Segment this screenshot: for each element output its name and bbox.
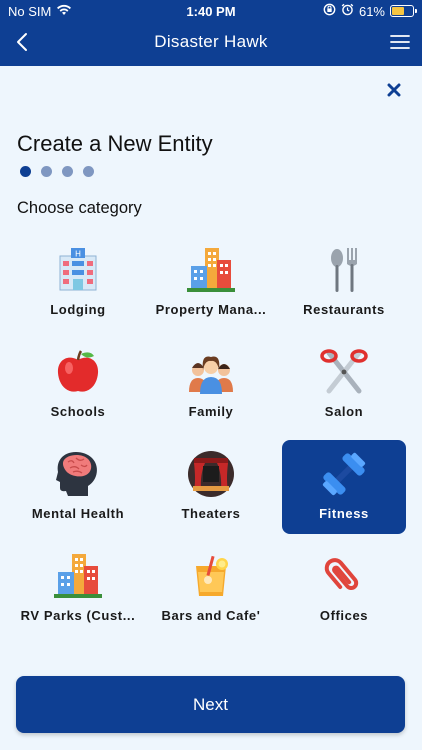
battery-level: [392, 7, 405, 15]
fork-spoon-icon: [318, 244, 370, 296]
category-label: Lodging: [50, 302, 106, 317]
category-tile[interactable]: RV Parks (Cust...: [16, 542, 140, 636]
svg-text:H: H: [75, 250, 81, 259]
orientation-lock-icon: [323, 3, 336, 19]
page-title: Create a New Entity: [17, 131, 213, 156]
buildings-icon: [185, 244, 237, 296]
category-tile[interactable]: Mental Health: [16, 440, 140, 534]
category-tile[interactable]: Theaters: [149, 440, 273, 534]
category-tile[interactable]: H Lodging: [16, 236, 140, 330]
category-label: Family: [188, 404, 234, 419]
category-label: Schools: [50, 404, 106, 419]
menu-button[interactable]: [386, 30, 414, 58]
category-label: Bars and Cafe': [161, 608, 261, 623]
battery-percent: 61%: [358, 3, 385, 19]
category-tile[interactable]: Bars and Cafe': [149, 542, 273, 636]
step-dot: [41, 166, 52, 177]
category-label: Salon: [324, 404, 364, 419]
paperclip-icon: [318, 550, 370, 602]
category-tile[interactable]: Fitness: [282, 440, 406, 534]
step-dot: [62, 166, 73, 177]
status-bar: No SIM 1:40 PM 61%: [0, 0, 422, 22]
category-label: Offices: [319, 608, 369, 623]
battery-icon: [390, 5, 417, 17]
category-label: Mental Health: [31, 506, 125, 521]
dumbbell-icon: [318, 448, 370, 500]
hotel-icon: H: [52, 244, 104, 296]
app-bar: Disaster Hawk: [0, 22, 422, 66]
alarm-icon: [341, 3, 354, 19]
category-tile[interactable]: Schools: [16, 338, 140, 432]
close-icon: [387, 83, 401, 102]
close-button[interactable]: [382, 80, 406, 104]
category-tile[interactable]: Family: [149, 338, 273, 432]
buildings-icon: [52, 550, 104, 602]
step-dot: [83, 166, 94, 177]
category-tile[interactable]: Restaurants: [282, 236, 406, 330]
family-icon: [185, 346, 237, 398]
brain-head-icon: [52, 448, 104, 500]
category-label: Fitness: [319, 506, 369, 521]
app-title: Disaster Hawk: [154, 32, 268, 51]
category-label: Theaters: [181, 506, 241, 521]
category-tile[interactable]: Property Mana...: [149, 236, 273, 330]
category-label: RV Parks (Cust...: [20, 608, 136, 623]
apple-icon: [52, 346, 104, 398]
drink-icon: [185, 550, 237, 602]
category-tile[interactable]: Offices: [282, 542, 406, 636]
category-tile[interactable]: Salon: [282, 338, 406, 432]
category-label: Property Mana...: [155, 302, 267, 317]
theater-stage-icon: [185, 448, 237, 500]
hamburger-menu-icon: [390, 34, 410, 55]
step-dot: [20, 166, 31, 177]
category-label: Restaurants: [303, 302, 385, 317]
next-button[interactable]: Next: [16, 676, 405, 733]
section-title: Choose category: [17, 199, 142, 217]
scissors-icon: [318, 346, 370, 398]
step-indicator: [20, 166, 94, 177]
